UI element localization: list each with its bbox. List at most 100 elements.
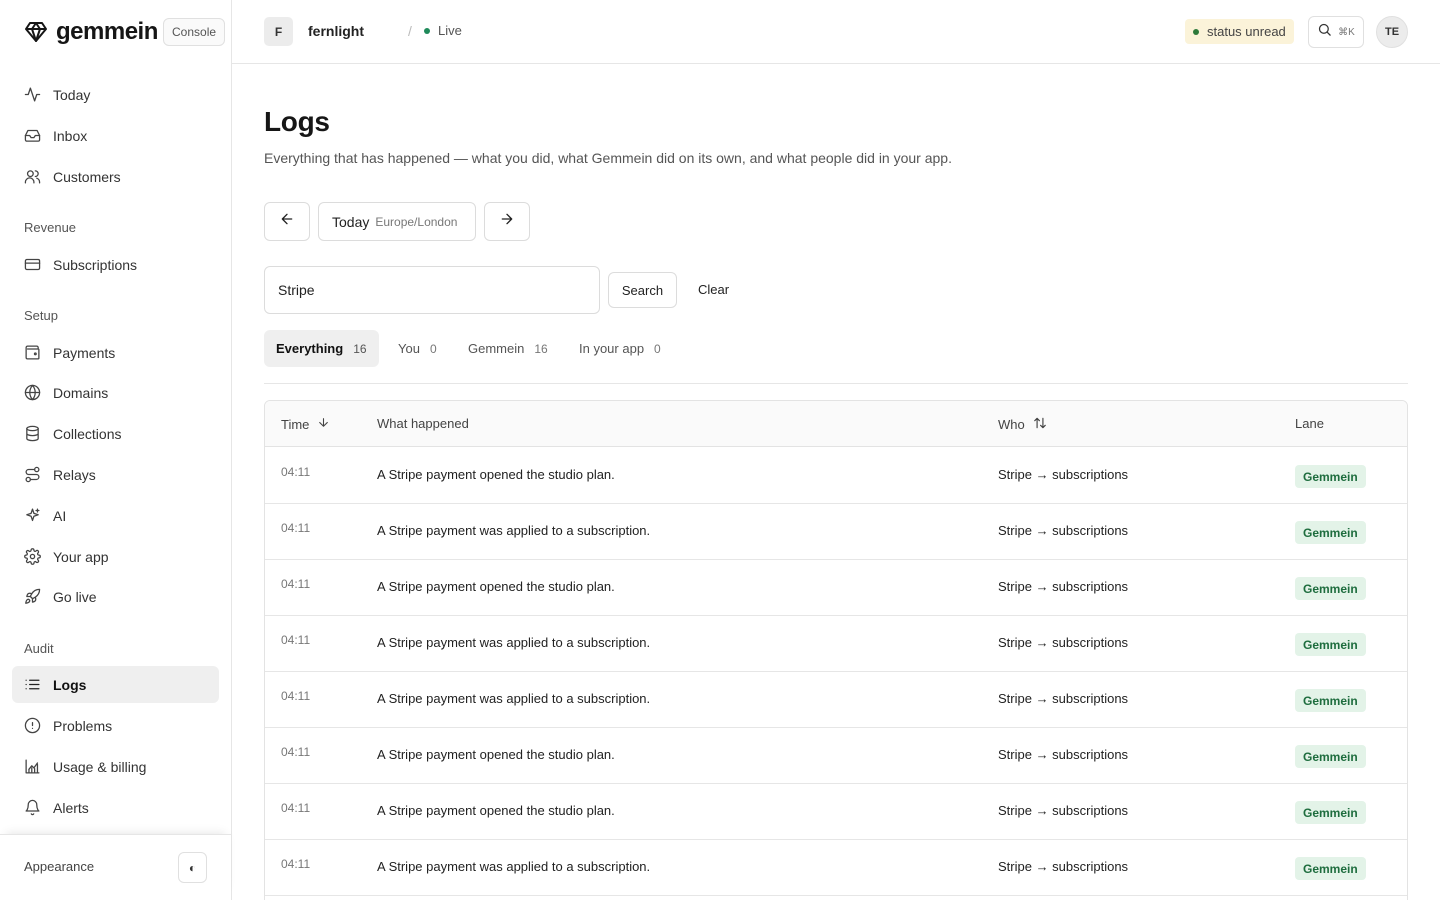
tab-count: 0 (654, 341, 661, 356)
row-time: 04:11 (281, 577, 311, 591)
tab-label: Everything (276, 341, 344, 356)
alert-circle-icon (24, 717, 41, 734)
sidebar-item-subscriptions[interactable]: Subscriptions (12, 246, 219, 283)
table-row[interactable]: 04:11 A Stripe payment was applied to a … (265, 504, 1407, 560)
row-time: 04:11 (281, 521, 311, 535)
row-time: 04:11 (281, 465, 311, 479)
tabs-divider (264, 383, 1408, 384)
sidebar-section-revenue: Revenue (24, 220, 77, 235)
status-badge[interactable]: status unread (1185, 19, 1294, 44)
lane-badge: Gemmein (1295, 577, 1366, 600)
shortcut-hint: ⌘K (1338, 26, 1355, 38)
theme-toggle-button[interactable]: ◐ (178, 852, 207, 883)
tab-gemmein[interactable]: Gemmein 16 (456, 330, 560, 367)
topbar: F fernlight / Live status unread ⌘K TE (232, 0, 1440, 64)
user-avatar[interactable]: TE (1376, 16, 1408, 48)
brand[interactable]: gemmein (24, 18, 158, 46)
appearance-bar: Appearance ◐ (0, 834, 231, 900)
command-search-button[interactable]: ⌘K (1308, 16, 1364, 48)
console-button[interactable]: Console (163, 18, 226, 46)
globe-icon (24, 384, 41, 401)
arrow-down-icon (309, 416, 330, 432)
lane-badge: Gemmein (1295, 465, 1366, 488)
table-row[interactable]: 04:11 A Stripe payment was applied to a … (265, 672, 1407, 728)
row-what: A Stripe payment opened the studio plan. (377, 467, 615, 482)
table-row[interactable]: 04:11 A Stripe payment opened the studio… (265, 448, 1407, 504)
row-time: 04:11 (281, 801, 311, 815)
next-day-button[interactable] (484, 202, 530, 241)
date-label: Today (332, 213, 370, 230)
clear-button[interactable]: Clear (698, 282, 729, 297)
database-icon (24, 425, 41, 442)
column-label: What happened (377, 416, 469, 431)
row-what: A Stripe payment was applied to a subscr… (377, 523, 651, 538)
project-name[interactable]: fernlight (308, 23, 364, 39)
row-who: Stripe → subscriptions (998, 467, 1129, 482)
arrow-left-icon (279, 211, 295, 232)
arrow-right-icon (499, 211, 515, 232)
sidebar-item-label: Subscriptions (53, 256, 138, 273)
sidebar-item-label: Usage & billing (53, 758, 147, 775)
tab-in-your-app[interactable]: In your app 0 (567, 330, 673, 367)
sidebar-item-go-live[interactable]: Go live (12, 578, 219, 615)
column-header-who[interactable]: Who (998, 416, 1047, 433)
column-header-time[interactable]: Time (281, 416, 330, 432)
table-row[interactable]: 04:11 A Stripe payment opened the studio… (265, 728, 1407, 784)
log-search-input[interactable] (264, 266, 600, 314)
table-row[interactable]: 04:11 A Stripe payment was applied to a … (265, 616, 1407, 672)
sidebar-item-payments[interactable]: Payments (12, 334, 219, 371)
project-avatar[interactable]: F (264, 17, 293, 46)
sidebar-item-customers[interactable]: Customers (12, 158, 219, 195)
row-who: Stripe → subscriptions (998, 859, 1129, 874)
wallet-icon (24, 344, 41, 361)
logs-table: Time What happened Who Lane 04:11 A Stri… (264, 400, 1408, 900)
status-dot-icon (1193, 28, 1199, 35)
lane-badge: Gemmein (1295, 801, 1366, 824)
sidebar-item-alerts[interactable]: Alerts (12, 789, 219, 826)
environment-selector[interactable]: Live (424, 23, 462, 38)
users-icon (24, 168, 41, 185)
timezone-label: Europe/London (375, 214, 458, 229)
sidebar-item-usage-billing[interactable]: Usage & billing (12, 748, 219, 785)
column-label: Time (281, 416, 310, 432)
table-row[interactable]: 04:11 A Stripe payment opened the studio… (265, 560, 1407, 616)
sidebar-item-domains[interactable]: Domains (12, 374, 219, 411)
sort-arrows-icon (1025, 416, 1047, 433)
sidebar: gemmein Console Today Inbox Customers Re… (0, 0, 232, 900)
table-row[interactable]: 04:11 A Stripe payment opened the studio… (265, 784, 1407, 840)
tab-count: 0 (429, 341, 437, 356)
row-time: 04:11 (281, 857, 311, 871)
row-time: 04:11 (281, 633, 311, 647)
row-what: A Stripe payment opened the studio plan. (377, 803, 615, 818)
sidebar-item-label: Today (53, 86, 91, 103)
sidebar-item-problems[interactable]: Problems (12, 707, 219, 744)
gear-icon (24, 548, 41, 565)
tab-label: In your app (579, 341, 645, 356)
tab-count: 16 (534, 341, 548, 356)
lane-badge: Gemmein (1295, 633, 1366, 656)
tab-you[interactable]: You 0 (386, 330, 449, 367)
sidebar-item-today[interactable]: Today (12, 76, 219, 113)
page-title: Logs (264, 106, 330, 137)
sidebar-item-collections[interactable]: Collections (12, 415, 219, 452)
tab-everything[interactable]: Everything 16 (264, 330, 379, 367)
sidebar-item-ai[interactable]: AI (12, 497, 219, 534)
sidebar-item-label: Logs (53, 676, 87, 693)
sidebar-item-label: Inbox (53, 127, 88, 144)
sidebar-item-your-app[interactable]: Your app (12, 538, 219, 575)
column-label: Lane (1295, 416, 1324, 431)
sidebar-item-label: AI (53, 507, 67, 524)
tab-label: You (398, 341, 420, 356)
gem-logo-icon (24, 20, 48, 44)
rocket-icon (24, 588, 41, 605)
row-who: Stripe → subscriptions (998, 523, 1129, 538)
sidebar-item-inbox[interactable]: Inbox (12, 117, 219, 154)
previous-day-button[interactable] (264, 202, 310, 241)
sidebar-item-relays[interactable]: Relays (12, 456, 219, 493)
search-button[interactable]: Search (608, 272, 677, 308)
sidebar-item-logs[interactable]: Logs (12, 666, 219, 703)
status-label: status unread (1207, 24, 1286, 39)
table-row[interactable]: 04:11 A Stripe payment was applied to a … (265, 840, 1407, 896)
appearance-label: Appearance (24, 859, 95, 874)
date-picker-button[interactable]: Today Europe/London (318, 202, 476, 241)
